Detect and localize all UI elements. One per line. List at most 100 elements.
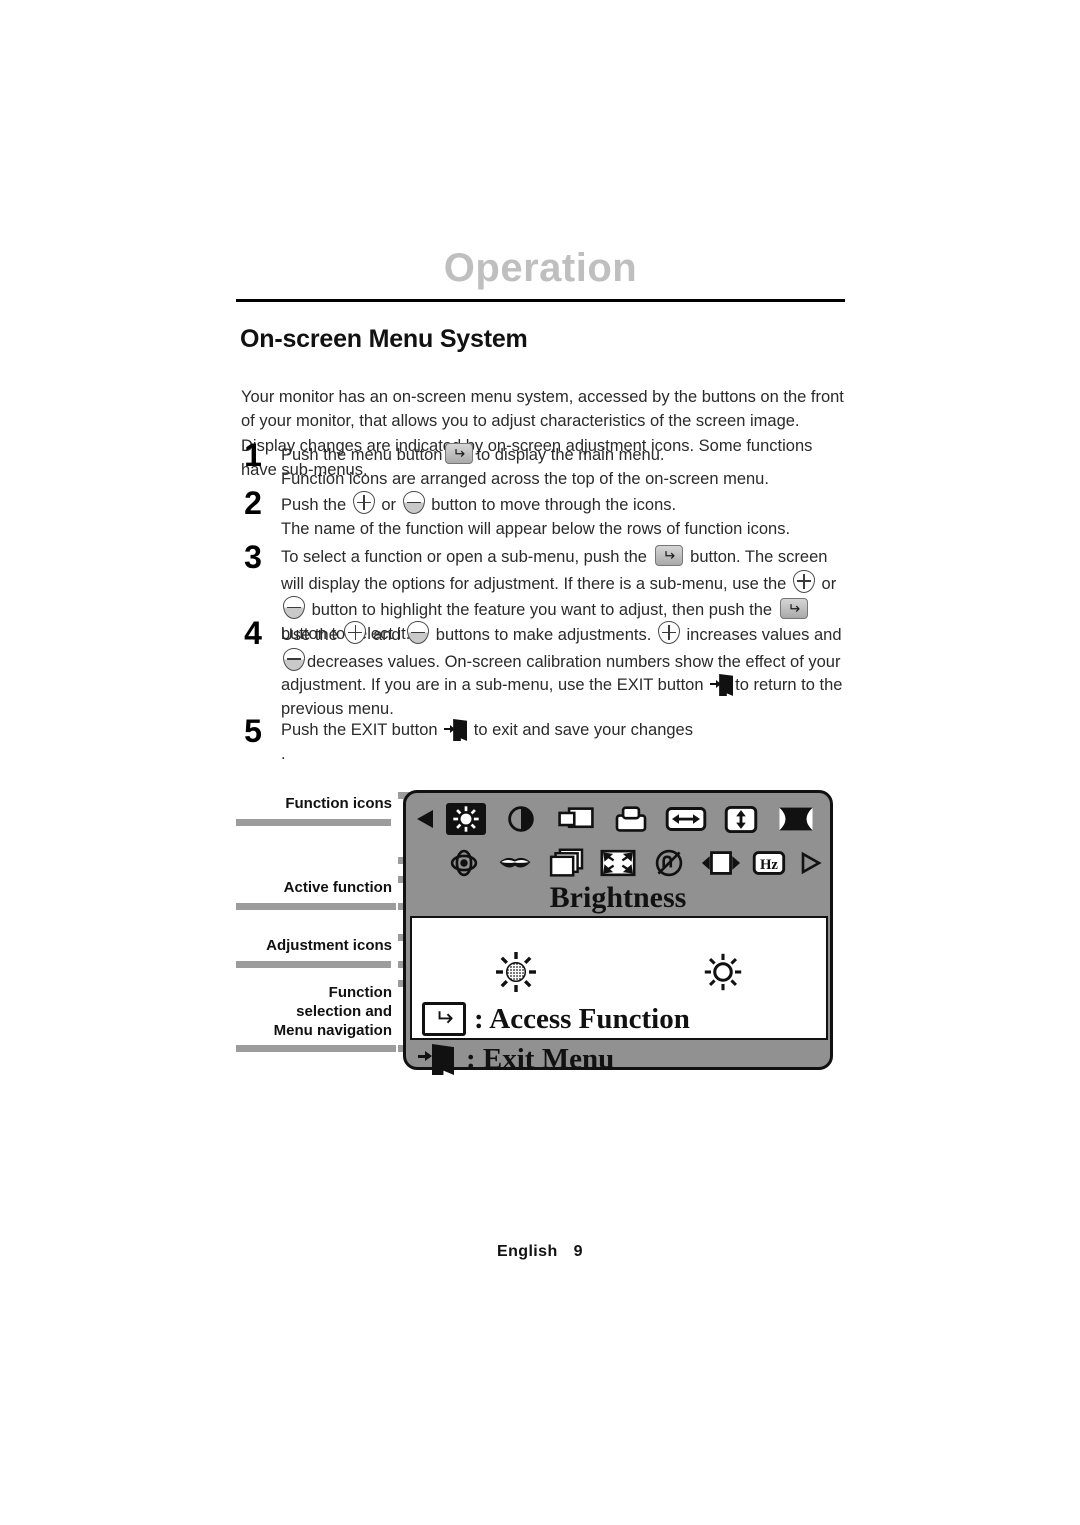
menu-button-icon	[445, 443, 474, 464]
enter-button-icon	[422, 1002, 466, 1036]
plus-button-icon	[792, 569, 815, 593]
function-icon-grid: Hz	[406, 797, 830, 885]
horizontal-position-icon	[556, 803, 596, 835]
step-4-text-c: buttons to make adjustments.	[435, 626, 652, 644]
callout-active-function: Active function	[283, 879, 392, 896]
adjustment-icon-decrease-cell[interactable]	[412, 948, 619, 996]
vertical-size-icon	[721, 803, 761, 835]
function-icon-trapezoid[interactable]	[489, 841, 540, 885]
callout-function-icons: Function icons	[285, 795, 392, 812]
brightness-increase-icon	[704, 953, 741, 991]
step-5-line2: .	[281, 744, 286, 763]
brightness-icon	[445, 803, 486, 835]
callout-bar	[236, 1045, 396, 1052]
callout-bar	[236, 903, 396, 910]
step-text: Push the EXIT button to exit and save yo…	[281, 719, 851, 763]
active-function-name: Brightness	[549, 881, 687, 914]
adjustment-icon-row	[412, 942, 826, 1002]
plus-button-icon	[352, 491, 375, 514]
function-icon-moire[interactable]	[695, 841, 746, 885]
step-text: Push the menu button to display the main …	[281, 443, 851, 491]
svg-text:Hz: Hz	[760, 857, 778, 873]
moire-icon	[701, 847, 741, 879]
parallelogram-icon	[547, 847, 587, 879]
step-3-text-d: button to highlight the feature you want…	[311, 601, 773, 619]
function-icon-h-size[interactable]	[659, 797, 714, 841]
function-icon-pincushion[interactable]	[769, 797, 824, 841]
step-2-text-c: button to move through the icons.	[431, 496, 677, 514]
function-icon-frequency[interactable]: Hz	[747, 841, 798, 885]
step-5-text-b: to exit and save your changes	[473, 721, 693, 739]
degauss-icon	[649, 847, 689, 879]
function-icon-row-2: Hz	[406, 841, 830, 885]
step-1-line2: Function icons are arranged across the t…	[281, 469, 769, 488]
menu-button-icon	[654, 545, 683, 566]
function-icon-brightness[interactable]	[438, 797, 493, 841]
step-1-text-b: to display the main menu.	[476, 446, 665, 464]
function-icon-v-position[interactable]	[603, 797, 658, 841]
minus-button-icon	[283, 647, 305, 671]
brightness-decrease-icon	[495, 952, 536, 992]
triangle-right-icon	[801, 851, 822, 875]
step-4-text-b: and	[373, 626, 401, 644]
function-icon-h-position[interactable]	[548, 797, 603, 841]
exit-button-icon	[444, 719, 468, 741]
footer-page-number: 9	[573, 1243, 583, 1260]
step-2-line2: The name of the function will appear bel…	[281, 519, 791, 538]
step-4-text-d: increases values and	[686, 626, 842, 644]
function-icon-v-size[interactable]	[714, 797, 769, 841]
osd-menu-panel: Hz Brightness ↵: Access Function: Exit…	[403, 790, 833, 1075]
exit-menu-label: : Exit Menu	[466, 1042, 615, 1075]
access-function-row[interactable]: : Access Function	[422, 1002, 690, 1036]
function-icon-parallelogram[interactable]	[541, 841, 592, 885]
function-icon-contrast[interactable]	[493, 797, 548, 841]
callout-adjustment-icons: Adjustment icons	[266, 937, 392, 954]
exit-menu-row[interactable]: : Exit Menu	[418, 1043, 614, 1075]
step-5: 5 Push the EXIT button to exit and save …	[236, 715, 851, 763]
step-2: 2 Push the or button to move through the…	[236, 487, 851, 541]
adjustment-area: : Access Function	[410, 916, 828, 1040]
function-icon-degauss[interactable]	[644, 841, 695, 885]
corner-correction-icon	[598, 847, 638, 879]
function-icon-corner-correction[interactable]	[592, 841, 643, 885]
minus-button-icon	[402, 491, 425, 514]
vertical-position-icon	[611, 803, 651, 835]
title-divider	[236, 299, 845, 302]
adjustment-icon-increase-cell[interactable]	[619, 949, 826, 995]
footer-language: English	[497, 1243, 558, 1260]
exit-door-icon	[418, 1043, 458, 1075]
plus-button-icon	[657, 621, 680, 644]
step-text: Use the and buttons to make adjustments.…	[281, 621, 851, 721]
exit-button-icon	[710, 674, 734, 696]
page-title: Operation	[443, 246, 638, 290]
minus-button-icon	[283, 596, 305, 619]
step-3-text-a: To select a function or open a sub-menu,…	[281, 548, 647, 566]
callout-function-selection: Function selection and Menu navigation	[274, 983, 396, 1040]
step-number: 4	[244, 615, 262, 651]
section-heading: On-screen Menu System	[240, 325, 528, 353]
pincushion-icon	[776, 803, 816, 835]
callout-4-line1: Function	[328, 984, 392, 1001]
trapezoid-icon	[495, 847, 535, 879]
step-number: 5	[244, 713, 262, 749]
nav-right-cell[interactable]	[798, 841, 824, 885]
function-icon-rotation[interactable]	[438, 841, 489, 885]
rotation-icon	[444, 847, 484, 879]
contrast-icon	[501, 803, 541, 835]
nav-left-cell[interactable]	[412, 797, 438, 841]
step-text: Push the or button to move through the i…	[281, 491, 851, 541]
callout-bar	[236, 961, 391, 968]
step-3-text-c: or	[821, 574, 837, 593]
minus-button-icon	[407, 621, 430, 644]
step-4-text-a: Use the	[281, 626, 338, 644]
menu-button-icon	[779, 598, 808, 619]
horizontal-size-icon	[665, 803, 707, 835]
step-number: 3	[244, 539, 262, 575]
callout-labels: Function icons Active function Adjustmen…	[236, 788, 410, 1070]
nav-left-spacer	[412, 841, 438, 885]
step-number: 1	[244, 437, 262, 473]
triangle-left-icon	[417, 810, 433, 828]
access-function-label: : Access Function	[474, 1002, 690, 1035]
step-2-text-b: or	[381, 496, 396, 514]
step-5-text-a: Push the EXIT button	[281, 721, 438, 739]
